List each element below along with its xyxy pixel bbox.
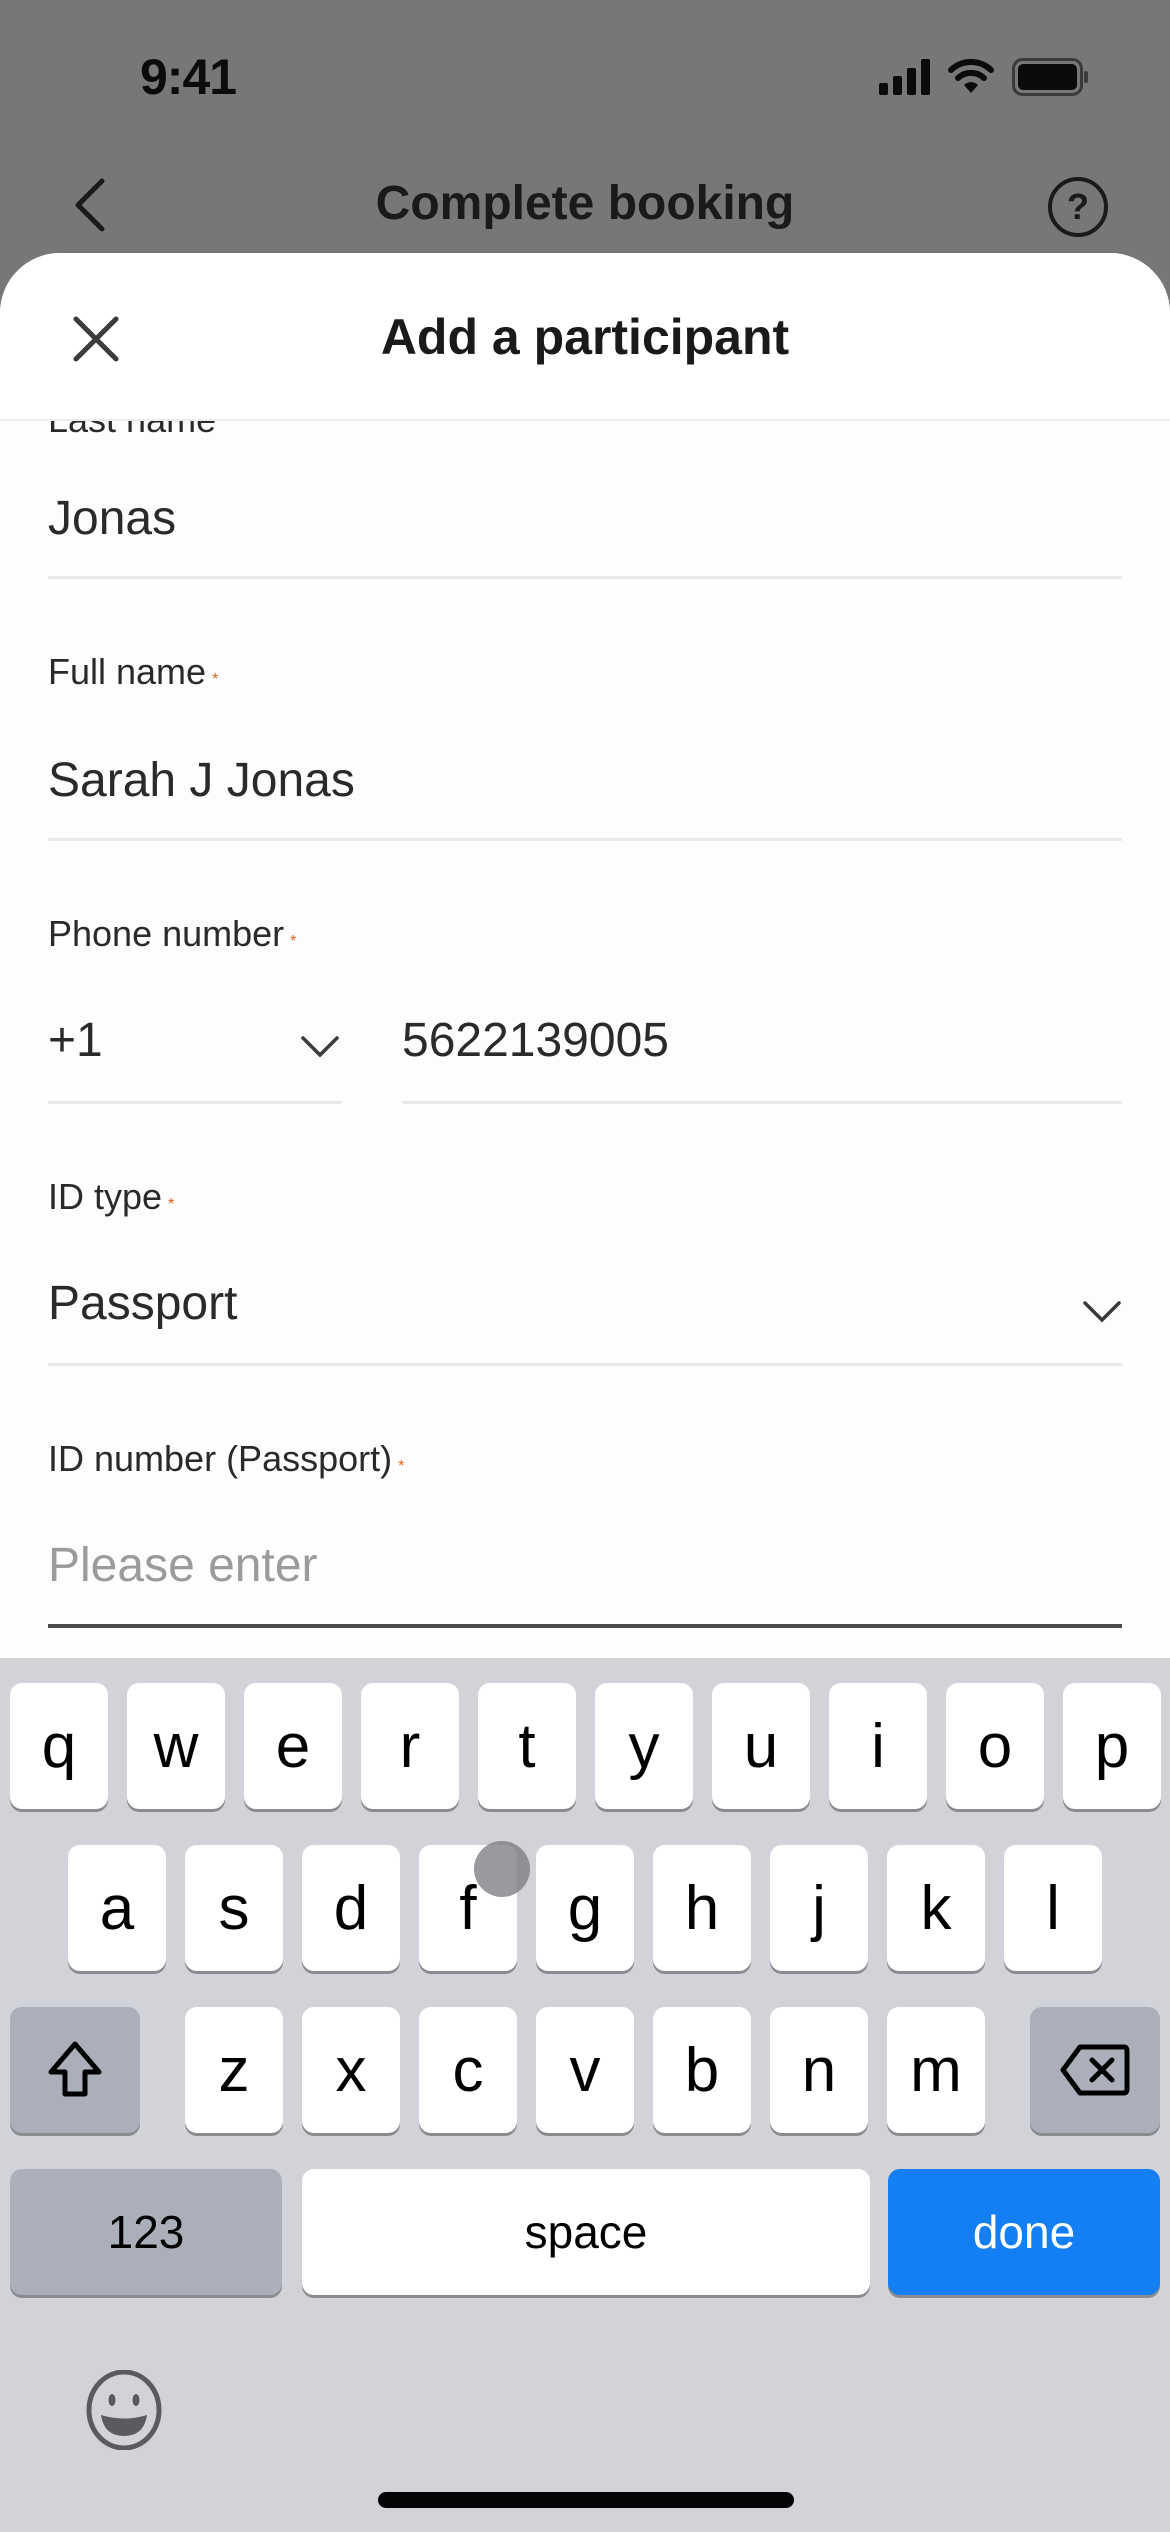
phone-number-input[interactable]: 5622139005 [402, 1013, 1122, 1068]
key-t[interactable]: t [478, 1683, 576, 1809]
key-i[interactable]: i [829, 1683, 927, 1809]
phone-number-value: 5622139005 [402, 1014, 669, 1067]
sheet-title: Add a participant [380, 309, 790, 365]
shift-key[interactable] [10, 2007, 140, 2133]
key-h[interactable]: h [653, 1845, 751, 1971]
help-button[interactable]: ? [1048, 177, 1108, 237]
key-k[interactable]: k [887, 1845, 985, 1971]
key-r[interactable]: r [361, 1683, 459, 1809]
key-x[interactable]: x [302, 2007, 400, 2133]
status-time: 9:41 [140, 49, 237, 105]
key-a[interactable]: a [68, 1845, 166, 1971]
country-code-select[interactable]: +1 [48, 1013, 340, 1093]
required-mark: * [212, 671, 219, 688]
key-v[interactable]: v [536, 2007, 634, 2133]
key-e[interactable]: e [244, 1683, 342, 1809]
last-name-underline [48, 576, 1122, 579]
full-name-value: Sarah J Jonas [48, 754, 355, 807]
full-name-label: Full name [48, 651, 207, 692]
phone-number-underline [402, 1101, 1122, 1104]
page-title: Complete booking [375, 177, 795, 230]
last-name-value: Jonas [48, 492, 177, 545]
full-name-label-row: Full name * [48, 651, 1122, 693]
key-z[interactable]: z [185, 2007, 283, 2133]
key-u[interactable]: u [712, 1683, 810, 1809]
space-key[interactable]: space [302, 2169, 870, 2295]
participant-form: Last name Jonas Full name* Sarah J Jonas… [0, 399, 1170, 1658]
id-type-select[interactable]: Passport [48, 1276, 1122, 1356]
id-number-underline-focused [48, 1624, 1122, 1628]
key-w[interactable]: w [127, 1683, 225, 1809]
id-type-label: ID type [48, 1176, 163, 1217]
country-code-value: +1 [48, 1014, 103, 1067]
id-number-label-row: ID number (Passport) * [48, 1438, 1122, 1480]
key-p[interactable]: p [1063, 1683, 1161, 1809]
delete-key[interactable] [1030, 2007, 1160, 2133]
sheet-header: Add a participant [0, 253, 1170, 421]
required-mark: * [168, 1196, 175, 1213]
phone-label: Phone number [48, 913, 285, 954]
id-type-label-row: ID type * [48, 1176, 1122, 1218]
required-mark: * [398, 1458, 405, 1475]
key-d[interactable]: d [302, 1845, 400, 1971]
key-o[interactable]: o [946, 1683, 1044, 1809]
chevron-down-icon [1083, 1301, 1121, 1323]
country-code-underline [48, 1101, 342, 1104]
required-mark: * [290, 933, 297, 950]
question-icon: ? [1067, 186, 1089, 227]
home-indicator[interactable] [378, 2492, 794, 2508]
id-number-input[interactable]: Please enter [48, 1538, 1122, 1593]
phone-label-row: Phone number * [48, 913, 1122, 955]
key-j[interactable]: j [770, 1845, 868, 1971]
id-number-placeholder: Please enter [48, 1539, 318, 1592]
full-name-underline [48, 838, 1122, 841]
key-c[interactable]: c [419, 2007, 517, 2133]
add-participant-sheet: Add a participant Last name Jonas Full n… [0, 253, 1170, 1658]
numbers-key[interactable]: 123 [10, 2169, 282, 2295]
touch-indicator [474, 1841, 530, 1897]
full-name-input[interactable]: Sarah J Jonas [48, 753, 1122, 808]
wifi-icon [948, 59, 994, 93]
key-b[interactable]: b [653, 2007, 751, 2133]
emoji-icon[interactable] [84, 2370, 164, 2450]
key-g[interactable]: g [536, 1845, 634, 1971]
chevron-down-icon [301, 1036, 339, 1058]
id-type-underline [48, 1363, 1122, 1366]
cellular-signal-icon [879, 59, 930, 95]
status-icons [879, 58, 1090, 96]
id-number-label: ID number (Passport) [48, 1438, 393, 1479]
key-q[interactable]: q [10, 1683, 108, 1809]
backspace-icon [1060, 2044, 1130, 2096]
shift-icon [48, 2041, 102, 2097]
key-n[interactable]: n [770, 2007, 868, 2133]
done-key[interactable]: done [888, 2169, 1160, 2295]
id-type-value: Passport [48, 1277, 238, 1330]
key-y[interactable]: y [595, 1683, 693, 1809]
key-m[interactable]: m [887, 2007, 985, 2133]
last-name-input[interactable]: Jonas [48, 491, 1122, 546]
battery-icon [1012, 58, 1088, 96]
key-l[interactable]: l [1004, 1845, 1102, 1971]
key-s[interactable]: s [185, 1845, 283, 1971]
